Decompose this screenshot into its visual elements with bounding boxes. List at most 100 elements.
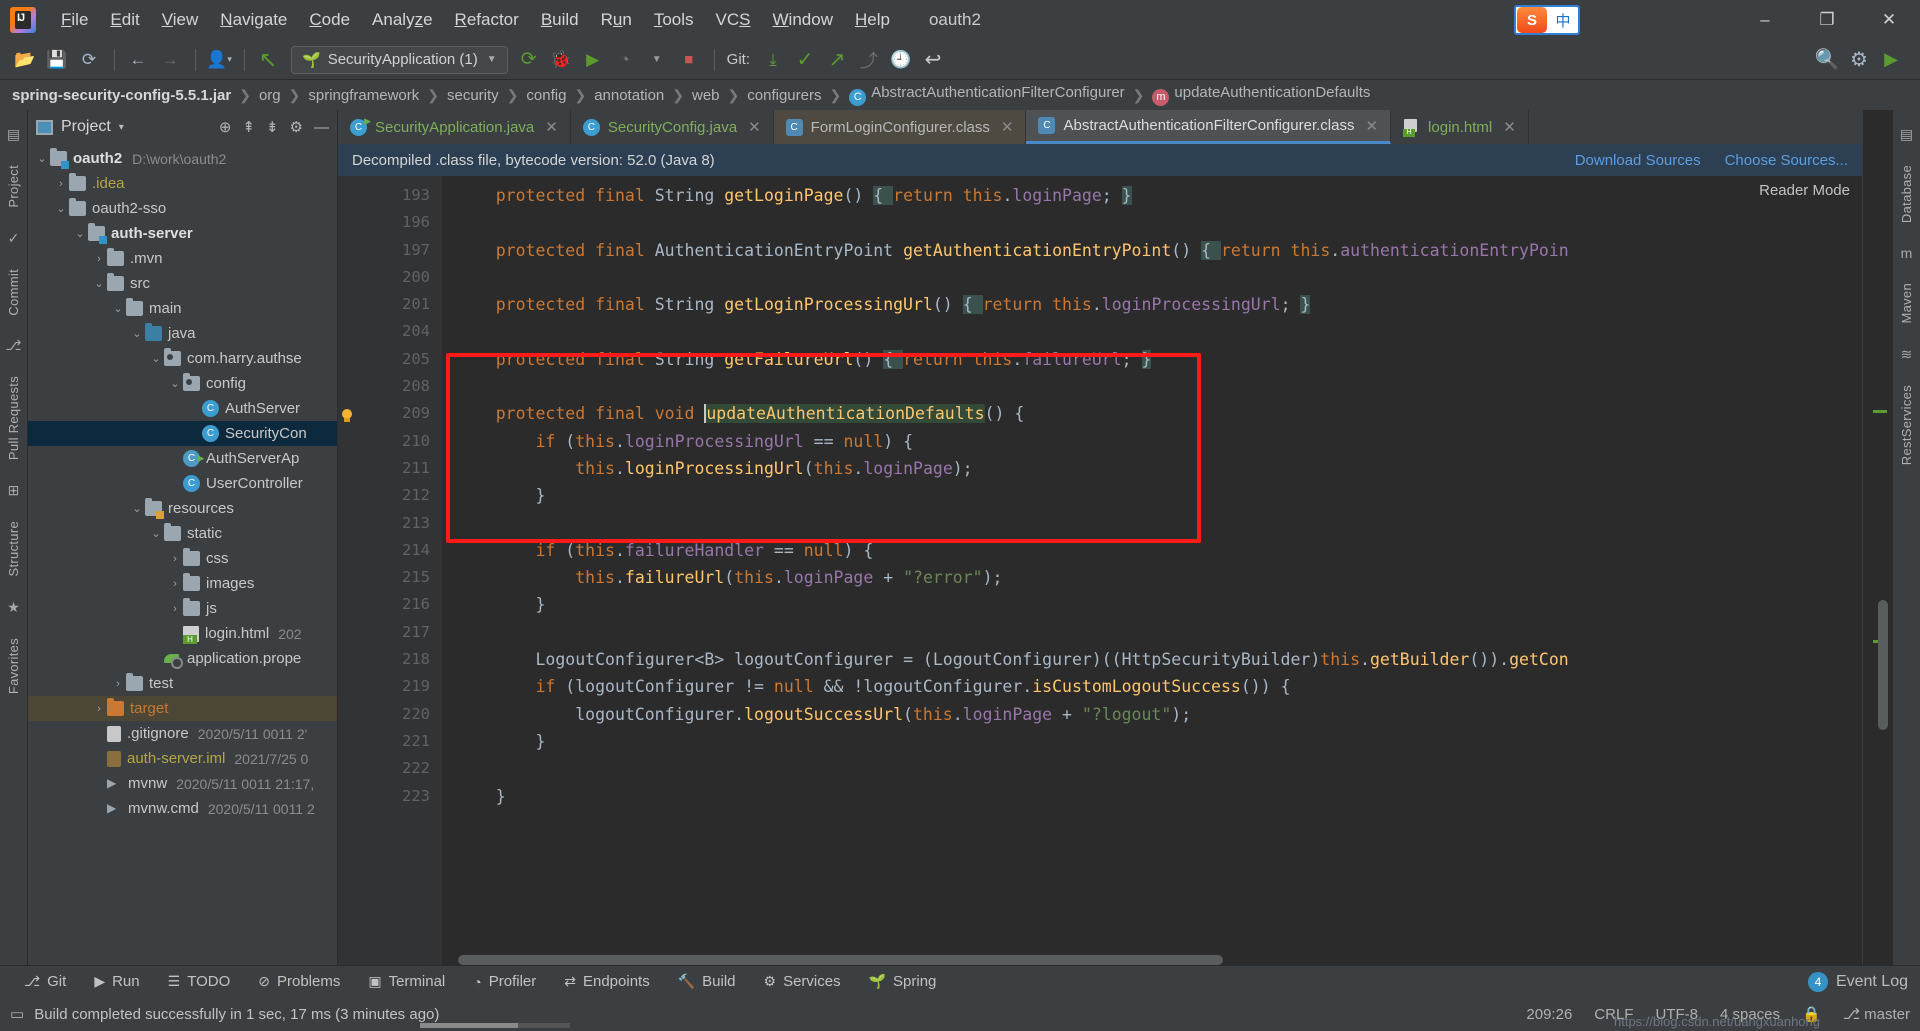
sidebar-item-commit[interactable]: Commit [6,269,21,316]
forward-icon[interactable]: → [155,45,185,75]
editor-tab[interactable]: C AbstractAuthenticationFilterConfigurer.… [1026,110,1392,144]
download-sources-link[interactable]: Download Sources [1575,152,1701,169]
caret-position[interactable]: 209:26 [1526,1006,1572,1023]
tree-node[interactable]: › images [28,571,337,596]
undo-arrow-icon[interactable]: ↖ [253,45,283,75]
minimize-button[interactable]: – [1734,0,1796,40]
run-icon[interactable]: ⟳ [514,45,544,75]
tree-node[interactable]: › target [28,696,337,721]
line-number[interactable]: 205+ [338,346,456,373]
line-number[interactable]: 218 [338,646,442,673]
tool-window-endpoints[interactable]: ⇄ Endpoints [550,973,663,990]
git-commit-check-icon[interactable]: ✓ [790,45,820,75]
line-number[interactable]: 204 [338,318,442,345]
line-number[interactable]: 211 [338,455,442,482]
line-number[interactable]: 215 [338,564,442,591]
tree-node[interactable]: › css [28,546,337,571]
code-line[interactable]: } [442,728,1862,755]
close-icon[interactable]: ✕ [1503,118,1516,136]
code-line[interactable] [442,209,1862,236]
code-line[interactable]: protected final AuthenticationEntryPoint… [442,237,1862,264]
line-number[interactable]: 212 [338,482,442,509]
project-tree[interactable]: ⌄ oauth2 D:\work\oauth2 › .idea ⌄ oauth2-sso ⌄ a… [28,144,337,965]
close-icon[interactable]: ✕ [545,118,558,136]
code-line[interactable] [442,755,1862,782]
line-number[interactable]: 221 [338,728,442,755]
menu-item-window[interactable]: Window [762,6,844,34]
code-line[interactable]: protected final String getLoginPage() { … [442,182,1862,209]
gear-icon[interactable]: ⚙ [1844,45,1874,75]
tree-node[interactable]: ⌄ resources [28,496,337,521]
sidebar-item-pull-requests[interactable]: Pull Requests [6,376,21,460]
maven-icon[interactable]: m [1901,245,1913,261]
menu-item-navigate[interactable]: Navigate [209,6,298,34]
tool-window-build[interactable]: 🔨 Build [664,973,750,990]
line-number[interactable]: 201+ [338,291,456,318]
menu-item-view[interactable]: View [151,6,210,34]
ime-tray[interactable]: S 中 [1514,5,1580,35]
tree-node[interactable]: auth-server.iml 2021/7/25 0 [28,746,337,771]
tree-node[interactable]: ⌄ config [28,371,337,396]
line-number[interactable]: 209 [338,400,456,427]
line-number[interactable]: 216 [338,591,442,618]
reader-mode-label[interactable]: Reader Mode [1759,182,1850,199]
code-line[interactable] [442,373,1862,400]
breadcrumb-item[interactable]: configurers [747,87,821,104]
breadcrumb-item[interactable]: org [259,87,281,104]
tree-node[interactable]: ⌄ static [28,521,337,546]
chevron-right-icon[interactable]: › [167,603,183,615]
tree-node[interactable]: ⌄ java [28,321,337,346]
editor-tab[interactable]: CSecurityApplication.java ✕ [338,110,571,144]
menu-item-file[interactable]: File [50,6,99,34]
expand-all-icon[interactable]: ⇞ [242,118,255,136]
close-icon[interactable]: ✕ [1001,118,1014,136]
coverage-icon[interactable]: ▶ [578,45,608,75]
tree-node[interactable]: › test [28,671,337,696]
sync-icon[interactable]: ⟳ [74,45,104,75]
maximize-button[interactable]: ❐ [1796,0,1858,40]
tree-node[interactable]: C AuthServer [28,396,337,421]
chevron-right-icon[interactable]: › [167,578,183,590]
line-number[interactable]: 196 [338,209,442,236]
menu-item-build[interactable]: Build [530,6,590,34]
code-text[interactable]: protected final String getLoginPage() { … [442,176,1862,965]
stop-icon[interactable]: ■ [674,45,704,75]
debug-icon[interactable]: 🐞 [546,45,576,75]
line-number[interactable]: 193+ [338,182,456,209]
profiler-icon[interactable]: ◔ [610,45,640,75]
close-icon[interactable]: ✕ [1365,117,1378,135]
git-pull-icon[interactable]: ⤴ [854,45,884,75]
tree-node[interactable]: C SecurityCon [28,421,337,446]
sidebar-item-restservices[interactable]: RestServices [1899,385,1914,465]
code-line[interactable]: if (this.failureHandler == null) { [442,537,1862,564]
tree-node[interactable]: › js [28,596,337,621]
code-line[interactable] [442,264,1862,291]
menu-item-run[interactable]: Run [590,6,643,34]
breadcrumb-item[interactable]: annotation [594,87,664,104]
chevron-down-icon[interactable]: ⌄ [72,227,88,240]
code-line[interactable]: protected final void updateAuthenticatio… [442,400,1862,427]
line-number[interactable]: 214 [338,537,456,564]
run-configuration-selector[interactable]: 🌱 SecurityApplication (1) ▼ [291,45,508,74]
breadcrumb-item[interactable]: m updateAuthenticationDefaults [1152,84,1370,106]
save-icon[interactable]: 💾 [42,45,72,75]
database-icon[interactable]: ▤ [1900,126,1913,143]
line-number[interactable]: 217 [338,619,442,646]
tree-node[interactable]: .gitignore 2020/5/11 0011 2' [28,721,337,746]
sidebar-item-database[interactable]: Database [1899,165,1914,223]
line-number[interactable]: 208 [338,373,442,400]
code-line[interactable] [442,318,1862,345]
tree-node[interactable]: application.prope [28,646,337,671]
chevron-down-icon[interactable]: ⌄ [34,152,50,165]
menu-item-analyze[interactable]: Analyze [361,6,444,34]
sidebar-item-project[interactable]: Project [6,165,21,208]
code-line[interactable] [442,510,1862,537]
event-log-label[interactable]: Event Log [1836,973,1908,991]
editor-tab[interactable]: login.html ✕ [1391,110,1529,144]
structure-icon[interactable]: ⊞ [8,482,20,499]
vertical-scrollbar-thumb[interactable] [1878,600,1888,730]
collapse-all-icon[interactable]: ⇟ [266,118,279,136]
tree-node[interactable]: ▶ mvnw 2020/5/11 0011 21:17, [28,771,337,796]
breadcrumb-item[interactable]: web [692,87,720,104]
code-line[interactable]: protected final String getLoginProcessin… [442,291,1862,318]
